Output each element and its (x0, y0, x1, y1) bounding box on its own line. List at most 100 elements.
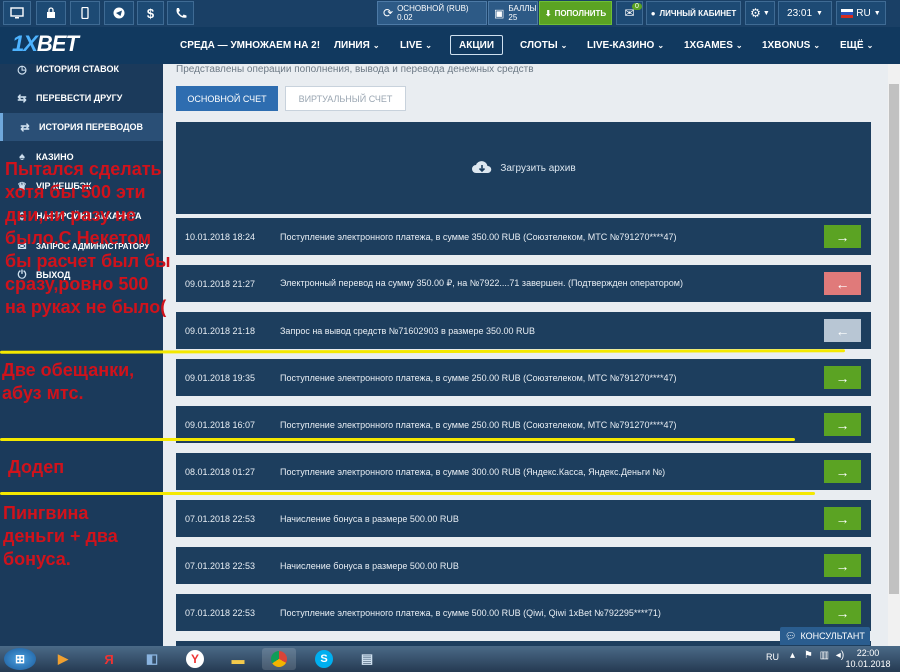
transaction-row: 07.01.2018 22:53 Начисление бонуса в разм… (176, 547, 871, 584)
start-button[interactable]: ⊞ (4, 648, 36, 670)
cabinet-label: ЛИЧНЫЙ КАБИНЕТ (659, 8, 737, 18)
balance-display[interactable]: ⟳ ОСНОВНОЙ (RUB) 0.02 (377, 1, 487, 25)
nav-live-casino[interactable]: LIVE-КАЗИНО ⌄ (587, 27, 664, 64)
yandex-browser-icon[interactable]: Y (178, 648, 212, 670)
nav-slots[interactable]: СЛОТЫ ⌄ (520, 27, 567, 64)
mobile-icon[interactable] (70, 1, 100, 25)
chevron-down-icon: ▼ (873, 9, 881, 17)
cloud-download-icon (472, 161, 492, 173)
chevron-down-icon: ⌄ (657, 41, 665, 50)
tab-main-account[interactable]: ОСНОВНОЙ СЧЕТ (176, 86, 278, 111)
nav-live[interactable]: LIVE ⌄ (400, 27, 432, 64)
tab-virtual-account[interactable]: ВИРТУАЛЬНЫЙ СЧЕТ (285, 86, 406, 111)
transaction-row: 10.01.2018 18:24 Поступление электронного… (176, 218, 871, 255)
tray-icons[interactable]: ▴ ⚑ ▥ ◂) (790, 650, 844, 661)
chevron-down-icon: ▼ (816, 9, 823, 17)
nav-wednesday-promo[interactable]: СРЕДА — УМНОЖАЕМ НА 2! (180, 27, 320, 64)
desktop-icon[interactable] (3, 1, 31, 25)
operations-description: Представлены операции пополнения, вывода… (176, 64, 534, 75)
chevron-down-icon: ⌄ (372, 41, 380, 50)
annotation-text-1: Пытался сделать хотя бы 500 эти дни,ни р… (5, 158, 171, 319)
transaction-row: 09.01.2018 21:27 Электронный перевод на с… (176, 265, 871, 302)
app-icon[interactable]: ▤ (350, 648, 384, 670)
arrow-right-icon[interactable]: → (824, 554, 861, 577)
arrow-right-icon[interactable]: → (824, 366, 861, 389)
transaction-row: 07.01.2018 22:53 Поступление электронного… (176, 594, 871, 631)
folder-icon[interactable]: ▬ (221, 648, 255, 670)
arrow-right-icon[interactable]: → (824, 601, 861, 624)
points-value: 25 (508, 13, 518, 22)
yandex-icon[interactable]: Я (92, 648, 126, 670)
chevron-down-icon: ⌄ (813, 41, 821, 50)
arrow-left-icon[interactable]: ← (824, 319, 861, 342)
transaction-row: 08.01.2018 01:27 Поступление электронного… (176, 453, 871, 490)
tray-up-icon[interactable]: ▴ (790, 650, 795, 661)
download-icon: ⬇ (544, 8, 552, 18)
lock-icon[interactable] (36, 1, 66, 25)
media-player-icon[interactable]: ▶ (46, 648, 80, 670)
annotation-line: абуз мтс. (2, 383, 84, 403)
arrow-left-icon[interactable]: ← (824, 272, 861, 295)
consultant-chat-button[interactable]: 💬︎ КОНСУЛЬТАНТ (780, 627, 870, 645)
flag-icon[interactable]: ⚑ (804, 650, 813, 661)
logo-bet: BET (36, 31, 79, 56)
taskbar-clock[interactable]: 22:00 10.01.2018 (838, 648, 898, 670)
points-label: БАЛЛЫ (508, 4, 537, 13)
sidebar-item-transfer-friend[interactable]: ⇆ ПЕРЕВЕСТИ ДРУГУ (0, 84, 163, 112)
site-logo[interactable]: 1XBET (12, 31, 79, 57)
arrow-right-icon[interactable]: → (824, 413, 861, 436)
points-display[interactable]: ▣ БАЛЛЫ 25 (488, 1, 538, 25)
skype-icon[interactable]: S (307, 648, 341, 670)
clock-date: 10.01.2018 (845, 659, 891, 669)
deposit-button[interactable]: ⬇ ПОПОЛНИТЬ (539, 1, 612, 25)
nav-label: СРЕДА — УМНОЖАЕМ НА 2! (180, 40, 321, 51)
transaction-date: 07.01.2018 22:53 (185, 560, 256, 571)
yellow-underline (0, 492, 815, 495)
transaction-date: 07.01.2018 22:53 (185, 513, 256, 524)
gear-icon: ⚙ (750, 6, 761, 20)
arrow-right-icon[interactable]: → (824, 225, 861, 248)
chevron-down-icon: ⌄ (735, 41, 743, 50)
nav-label: ЛИНИЯ (334, 40, 370, 51)
phone-icon[interactable] (167, 1, 194, 25)
arrow-right-icon[interactable]: → (824, 460, 861, 483)
nav-label: LIVE-КАЗИНО (587, 40, 655, 51)
sidebar-item-transfer-history[interactable]: ⇄ ИСТОРИЯ ПЕРЕВОДОВ (0, 113, 166, 141)
chrome-icon[interactable] (262, 648, 296, 670)
transaction-desc: Поступление электронного платежа, в сумм… (280, 466, 666, 477)
sound-app-icon[interactable]: ◧ (135, 648, 169, 670)
refresh-icon[interactable]: ⟳ (383, 6, 393, 20)
chevron-down-icon: ⌄ (425, 41, 432, 50)
language-selector[interactable]: RU ▼ (836, 1, 886, 25)
nav-line[interactable]: ЛИНИЯ ⌄ (334, 27, 380, 64)
transaction-row: 09.01.2018 19:35 Поступление электронного… (176, 359, 871, 396)
nav-1xbonus[interactable]: 1XBONUS ⌄ (762, 27, 820, 64)
network-icon[interactable]: ▥ (820, 650, 829, 661)
nav-1xgames[interactable]: 1XGAMES ⌄ (684, 27, 743, 64)
keyboard-language[interactable]: RU (766, 652, 779, 662)
nav-promos[interactable]: АКЦИИ (450, 35, 504, 55)
nav-label: ЕЩЁ (840, 40, 864, 51)
archive-label: Загрузить архив (500, 162, 576, 174)
dollar-icon[interactable]: $ (137, 1, 164, 25)
annotation-line: сразу,ровно 500 (5, 274, 149, 294)
transfer-history-panel: Представлены операции пополнения, вывода… (163, 64, 888, 646)
download-archive-button[interactable]: Загрузить архив (176, 122, 871, 214)
settings-button[interactable]: ⚙ ▼ (745, 1, 775, 25)
time-display[interactable]: 23:01 ▼ (778, 1, 832, 25)
sidebar-item-bet-history[interactable]: ◷ ИСТОРИЯ СТАВОК (0, 55, 163, 83)
flag-ru-icon (841, 8, 854, 18)
telegram-icon[interactable] (104, 1, 134, 25)
transaction-date: 09.01.2018 19:35 (185, 372, 256, 383)
cabinet-button[interactable]: ● ЛИЧНЫЙ КАБИНЕТ (646, 1, 741, 25)
messages-button[interactable]: ✉ 0 (616, 1, 643, 25)
scrollbar-thumb[interactable] (889, 84, 899, 594)
sidebar-item-label: ИСТОРИЯ СТАВОК (36, 64, 119, 74)
arrow-right-icon[interactable]: → (824, 507, 861, 530)
windows-icon: ⊞ (14, 652, 26, 666)
annotation-text-4: Пингвина деньги + два бонуса. (3, 502, 118, 571)
chevron-down-icon: ▼ (762, 9, 770, 17)
nav-more[interactable]: ЕЩЁ ⌄ (840, 27, 873, 64)
transaction-row: 09.01.2018 21:18 Запрос на вывод средств … (176, 312, 871, 349)
messages-count-badge: 0 (632, 3, 642, 10)
